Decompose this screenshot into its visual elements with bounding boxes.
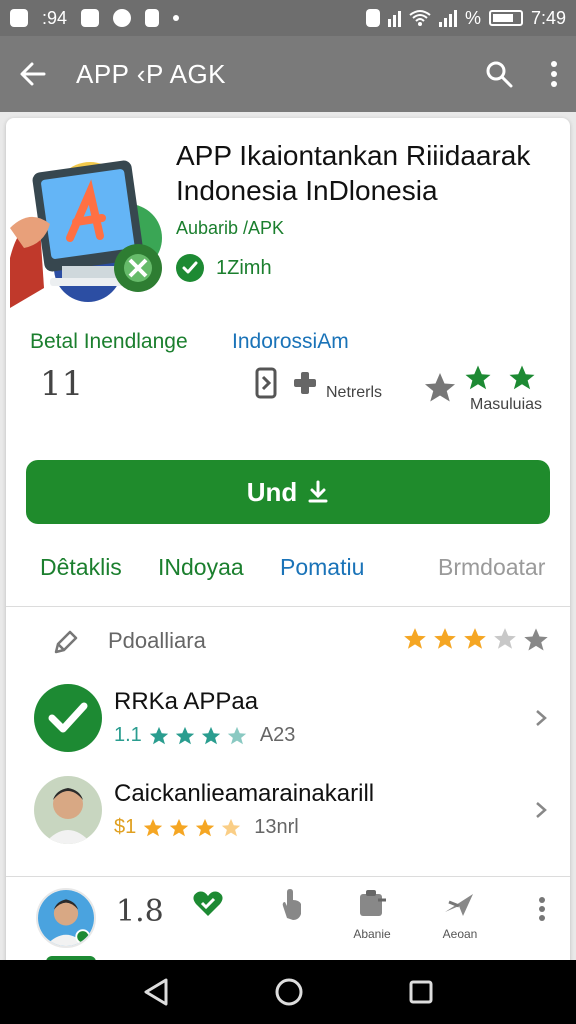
star-teal-icon <box>201 726 220 744</box>
status-bar: :94 % 7:49 <box>0 0 576 36</box>
app-bar-title: APP ‹P AGK <box>76 58 227 89</box>
rating-value: 1.1 <box>114 724 142 746</box>
star-filled-icon[interactable] <box>462 626 488 652</box>
chevron-right-icon[interactable] <box>534 800 548 820</box>
divider <box>6 606 570 607</box>
category-link[interactable]: Betal Inendlange <box>30 330 188 354</box>
stat-mid-label: Netrerls <box>326 384 383 401</box>
hand-button[interactable] <box>262 888 322 927</box>
plane-icon <box>445 894 473 916</box>
bottom-number: 1.8 <box>116 894 164 929</box>
stat-rating: Masuluias <box>422 364 542 413</box>
list-item-title: RRKa APPaa <box>114 688 259 715</box>
tab-details[interactable]: Dêtaklis <box>40 554 122 581</box>
install-label: Und <box>246 476 298 507</box>
app-title: APP Ikaiontankan Riiidaarak Indonesia In… <box>176 140 531 206</box>
more-vert-icon[interactable] <box>550 60 558 88</box>
chevron-right-icon[interactable] <box>534 708 548 728</box>
bottom-action-bar: 1.8 Abanie Aeoan <box>6 878 570 954</box>
star-filled-icon[interactable] <box>402 626 428 652</box>
hand-icon <box>282 889 301 920</box>
recents-square-icon[interactable] <box>408 979 434 1005</box>
star-empty-icon[interactable] <box>522 626 550 654</box>
install-button[interactable]: Und <box>26 460 550 524</box>
home-circle-icon[interactable] <box>274 977 304 1007</box>
status-time: 7:49 <box>530 7 566 28</box>
send-button[interactable]: Aeoan <box>430 888 490 941</box>
notification-icon <box>10 9 28 27</box>
region-link[interactable]: IndorossiAm <box>232 330 349 354</box>
arrow-left-icon[interactable] <box>18 59 48 89</box>
heart-check-icon <box>193 891 223 916</box>
developer-link[interactable]: Aubarib /APK <box>176 218 284 239</box>
list-item[interactable]: Caickanlieamarainakarill $1 13nrl <box>6 774 570 864</box>
download-icon <box>308 480 328 503</box>
add-icon <box>294 372 316 394</box>
verified-check-icon <box>176 254 204 282</box>
more-vert-icon[interactable] <box>538 896 546 922</box>
star-half-icon <box>227 726 246 744</box>
stat-network: Netrerls <box>254 364 382 402</box>
tab-indonesia[interactable]: INdoyaa <box>158 554 244 581</box>
dot-icon <box>173 15 180 21</box>
stat-right-label: Masuluias <box>470 396 543 413</box>
star-filled-icon <box>170 818 189 836</box>
status-left-text: :94 <box>42 7 68 28</box>
star-outline-icon <box>425 373 455 402</box>
battery-icon <box>488 10 523 26</box>
star-green-icon <box>465 365 491 390</box>
review-count: A23 <box>259 724 296 746</box>
review-count: 13nrl <box>254 816 299 838</box>
review-label: Pdoalliara <box>108 628 206 653</box>
pencil-icon <box>54 630 78 654</box>
person-notification-icon <box>145 9 160 27</box>
list-item[interactable]: RRKa APPaa 1.1 A23 <box>6 682 570 772</box>
list-item-rating: 1.1 A23 <box>114 724 295 747</box>
user-avatar <box>34 776 102 844</box>
system-nav-bar <box>0 960 576 1024</box>
star-teal-icon <box>149 726 168 744</box>
check-avatar-icon <box>34 684 102 752</box>
battery-percent: % <box>464 7 481 28</box>
clipboard-icon <box>360 890 386 916</box>
rating-value: $1 <box>114 816 137 838</box>
cell-signal-icon <box>438 9 457 27</box>
star-half-icon <box>222 818 241 836</box>
share-button[interactable]: Abanie <box>342 888 402 941</box>
favorite-button[interactable] <box>178 888 238 925</box>
list-item-rating: $1 13nrl <box>114 816 299 839</box>
stat-number: 11 <box>40 364 84 404</box>
star-filled-icon <box>144 818 163 836</box>
tab-promotion[interactable]: Pomatiu <box>280 554 364 581</box>
star-green-icon <box>509 365 535 390</box>
write-review-row[interactable]: Pdoalliara <box>30 624 550 664</box>
app-illustration-icon <box>10 160 162 308</box>
app-notification-icon <box>81 9 100 27</box>
divider <box>6 876 570 877</box>
back-triangle-icon[interactable] <box>142 977 170 1007</box>
wifi-icon <box>409 10 431 26</box>
star-filled-icon[interactable] <box>432 626 458 652</box>
star-empty-icon[interactable] <box>492 626 518 652</box>
app-stats: 11 Netrerls Masuluias <box>30 364 560 413</box>
search-icon[interactable] <box>484 59 514 89</box>
installs-info: 1Zimh <box>176 254 272 282</box>
tab-more[interactable]: Brmdoatar <box>438 554 545 581</box>
star-filled-icon <box>196 818 215 836</box>
bottom-item-label: Aeoan <box>442 927 478 941</box>
rate-stars[interactable] <box>402 626 550 654</box>
device-icon <box>255 367 277 399</box>
installs-count: 1Zimh <box>216 256 272 279</box>
app-details-card: APP Ikaiontankan Riiidaarak Indonesia In… <box>6 118 570 978</box>
bottom-item-label: Abanie <box>353 927 391 941</box>
lock-icon <box>365 9 380 27</box>
list-item-title: Caickanlieamarainakarill <box>114 780 375 807</box>
app-bar: APP ‹P AGK <box>0 36 576 112</box>
profile-avatar[interactable] <box>36 888 96 948</box>
signal-icon <box>387 9 401 27</box>
shield-notification-icon <box>113 9 132 27</box>
star-teal-icon <box>175 726 194 744</box>
tab-row: Dêtaklis INdoyaa Pomatiu Brmdoatar <box>30 554 550 594</box>
app-header: APP Ikaiontankan Riiidaarak Indonesia In… <box>6 118 570 318</box>
